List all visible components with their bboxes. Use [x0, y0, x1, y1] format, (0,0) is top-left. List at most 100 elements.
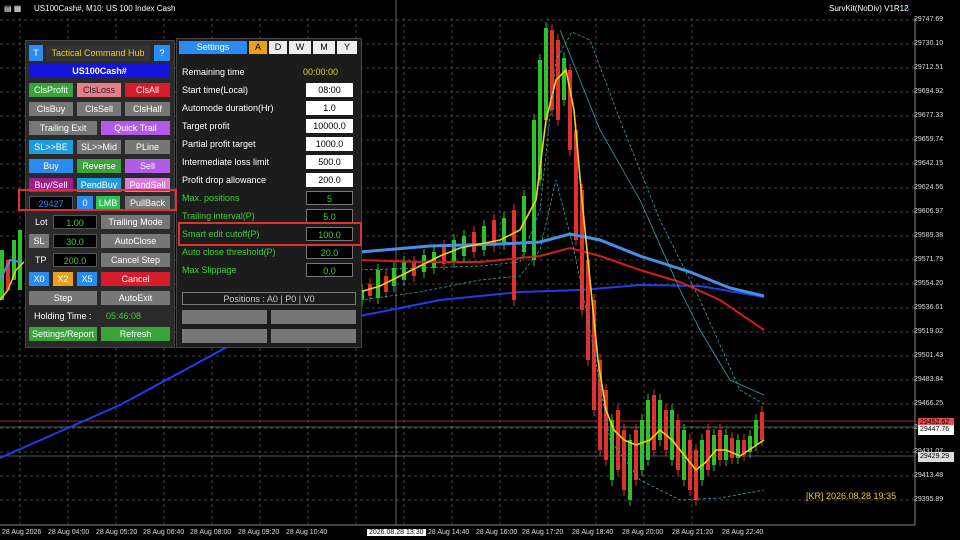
trailing-exit-button[interactable]: Trailing Exit: [29, 121, 97, 135]
lot-input[interactable]: 1.00: [53, 215, 97, 229]
setting-value-input[interactable]: 10000.0: [306, 119, 353, 133]
t-button[interactable]: T: [29, 45, 43, 61]
candle-body: [544, 28, 548, 120]
x0-button[interactable]: X0: [29, 272, 49, 286]
setting-label: Automode duration(Hr): [182, 103, 274, 113]
autoexit-button[interactable]: AutoExit: [101, 291, 170, 305]
price-tick-label: 29466.25: [914, 400, 944, 407]
tab-y[interactable]: Y: [337, 41, 357, 54]
cancel-step-button[interactable]: Cancel Step: [101, 253, 170, 267]
tab-d[interactable]: D: [269, 41, 287, 54]
candle-body: [376, 270, 380, 298]
tab-settings[interactable]: Settings: [179, 41, 247, 54]
close-sell-button[interactable]: ClsSell: [77, 102, 121, 116]
blank-button-1[interactable]: [182, 310, 267, 324]
menu-icon[interactable]: ▤ ▦: [4, 4, 21, 13]
highlight-price-row: [18, 189, 177, 211]
blank-button-4[interactable]: [271, 329, 356, 343]
candle-body: [512, 210, 516, 300]
tab-a[interactable]: A: [249, 41, 267, 54]
price-tick-label: 29642.15: [914, 160, 944, 167]
setting-label: Auto close threshold(P): [182, 247, 276, 257]
price-tick-label: 29571.79: [914, 256, 944, 263]
price-tick-label: 29606.97: [914, 208, 944, 215]
price-tick-label: 29413.48: [914, 472, 944, 479]
time-tick-label: 2026.08.28 13:30: [367, 529, 426, 536]
candle-body: [706, 430, 710, 470]
setting-value-input[interactable]: 0.0: [306, 263, 353, 277]
price-tag: 29429.29: [918, 452, 954, 462]
setting-label: Partial profit target: [182, 139, 256, 149]
candle-body: [562, 58, 566, 100]
price-tick-label: 29694.92: [914, 88, 944, 95]
close-half-button[interactable]: ClsHalf: [125, 102, 170, 116]
setting-value-input[interactable]: 5: [306, 191, 353, 205]
settings-panel: Settings A D W M Y Remaining time 00:00:…: [176, 38, 362, 348]
step-button[interactable]: Step: [29, 291, 97, 305]
setting-label: Target profit: [182, 121, 230, 131]
candle-body: [628, 440, 632, 500]
blank-button-2[interactable]: [271, 310, 356, 324]
sl-to-be-button[interactable]: SL>>BE: [29, 140, 73, 154]
refresh-button[interactable]: Refresh: [101, 327, 170, 341]
setting-value-input[interactable]: 1000.0: [306, 137, 353, 151]
candle-body: [392, 268, 396, 286]
setting-value-input[interactable]: 5.0: [306, 209, 353, 223]
x5-button[interactable]: X5: [77, 272, 97, 286]
buy-button[interactable]: Buy: [29, 159, 73, 173]
settings-report-button[interactable]: Settings/Report: [29, 327, 97, 341]
time-tick-label: 28 Aug 22:40: [722, 529, 764, 536]
time-tick-label: 28 Aug 09:20: [238, 529, 280, 536]
sl-to-mid-button[interactable]: SL>>Mid: [77, 140, 121, 154]
setting-value-input[interactable]: 08:00: [306, 83, 353, 97]
lot-label: Lot: [35, 217, 48, 227]
time-tick-label: 28 Aug 20:00: [622, 529, 664, 536]
candle-body: [616, 410, 620, 470]
help-button[interactable]: ?: [154, 45, 170, 61]
autoclose-button[interactable]: AutoClose: [101, 234, 170, 248]
holding-time-label: Holding Time :: [34, 311, 92, 321]
close-buy-button[interactable]: ClsBuy: [29, 102, 73, 116]
setting-value-input[interactable]: 200.0: [306, 173, 353, 187]
tab-w[interactable]: W: [289, 41, 311, 54]
candle-body: [754, 420, 758, 445]
reverse-button[interactable]: Reverse: [77, 159, 121, 173]
positions-display: Positions : A0 | P0 | V0: [182, 292, 356, 305]
tab-m[interactable]: M: [313, 41, 335, 54]
price-tick-label: 29395.89: [914, 496, 944, 503]
time-tick-label: 28 Aug 06:40: [143, 529, 185, 536]
candle-body: [652, 395, 656, 450]
setting-label: Intermediate loss limit: [182, 157, 270, 167]
remaining-time-value: 00:00:00: [303, 67, 339, 77]
tp-input[interactable]: 200.0: [53, 253, 97, 267]
setting-label: Profit drop allowance: [182, 175, 267, 185]
pline-button[interactable]: PLine: [125, 140, 170, 154]
price-tick-label: 29747.69: [914, 16, 944, 23]
close-all-button[interactable]: ClsAll: [125, 83, 170, 97]
candle-body: [724, 435, 728, 460]
blank-button-3[interactable]: [182, 329, 267, 343]
time-tick-label: 28 Aug 08:00: [190, 529, 232, 536]
price-tick-label: 29712.51: [914, 64, 944, 71]
indicator-title: SurvKit(NoDiv) V1R12: [829, 4, 909, 13]
setting-value-input[interactable]: 20.0: [306, 245, 353, 259]
setting-label: Max. positions: [182, 193, 240, 203]
x2-button[interactable]: X2: [53, 272, 73, 286]
sell-button[interactable]: Sell: [125, 159, 170, 173]
close-profit-button[interactable]: ClsProfit: [29, 83, 73, 97]
quick-trail-button[interactable]: Quick Trail: [101, 121, 170, 135]
setting-value-input[interactable]: 1.0: [306, 101, 353, 115]
sl-button[interactable]: SL: [29, 234, 49, 248]
setting-value-input[interactable]: 500.0: [306, 155, 353, 169]
candle-body: [502, 218, 506, 244]
tp-label: TP: [35, 255, 47, 265]
setting-label: Trailing interval(P): [182, 211, 255, 221]
close-loss-button[interactable]: ClsLoss: [77, 83, 121, 97]
sl-input[interactable]: 30.0: [53, 234, 97, 248]
candle-body: [640, 420, 644, 470]
cancel-button[interactable]: Cancel: [101, 272, 170, 286]
price-tick-label: 29730.10: [914, 40, 944, 47]
trailing-mode-button[interactable]: Trailing Mode: [101, 215, 170, 229]
chart-header: ▤ ▦ US100Cash#, M10: US 100 Index Cash S…: [0, 0, 960, 18]
highlight-smart-edit-row: [178, 222, 362, 246]
